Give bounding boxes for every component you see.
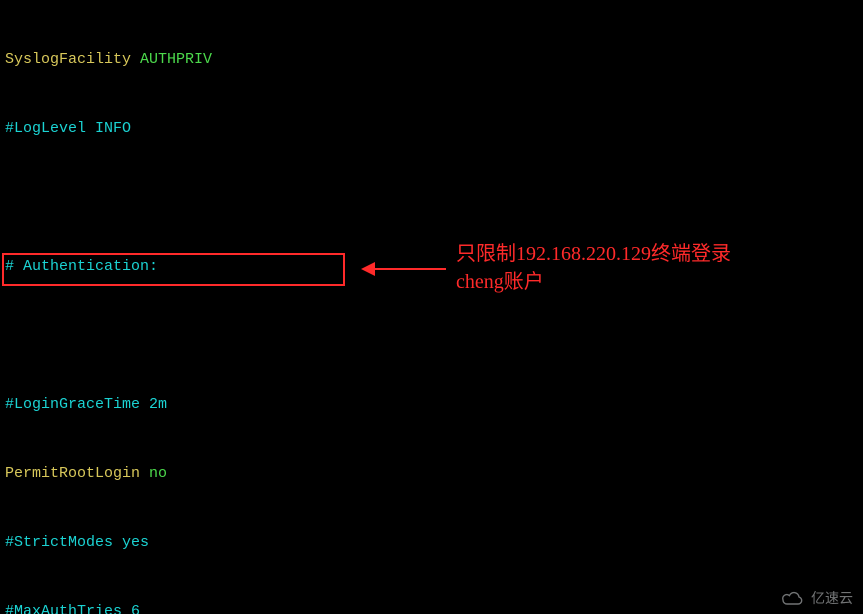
directive-value: AUTHPRIV: [131, 51, 212, 68]
comment-line: #StrictModes yes: [5, 531, 858, 554]
blank-line: [5, 324, 858, 347]
comment-line: # Authentication:: [5, 255, 858, 278]
config-file-editor[interactable]: SyslogFacility AUTHPRIV #LogLevel INFO #…: [0, 0, 863, 614]
config-line: PermitRootLogin no: [5, 462, 858, 485]
comment-line: #MaxAuthTries 6: [5, 600, 858, 614]
directive-keyword: PermitRootLogin: [5, 465, 140, 482]
comment-line: #LogLevel INFO: [5, 117, 858, 140]
comment-line: #LoginGraceTime 2m: [5, 393, 858, 416]
blank-line: [5, 186, 858, 209]
directive-value: no: [140, 465, 167, 482]
directive-keyword: SyslogFacility: [5, 51, 131, 68]
config-line: SyslogFacility AUTHPRIV: [5, 48, 858, 71]
